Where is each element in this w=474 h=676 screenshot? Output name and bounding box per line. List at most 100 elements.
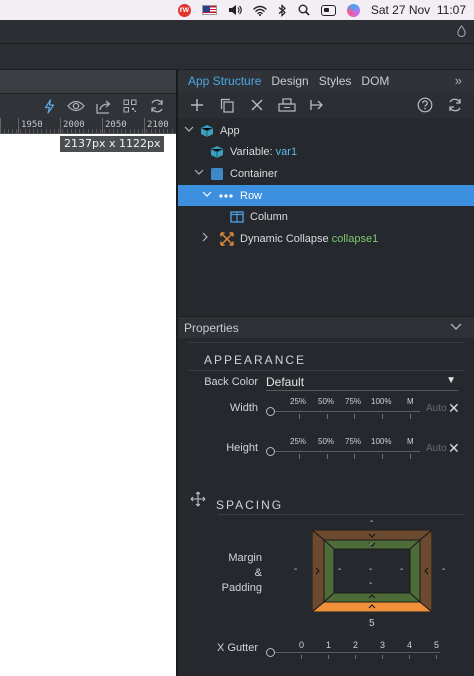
appearance-title: APPEARANCE (204, 353, 307, 367)
tree-item-variable[interactable]: Variable: var1 (178, 142, 474, 164)
ruler-major-tick (60, 118, 61, 133)
divider (188, 342, 464, 343)
droplet-icon[interactable] (457, 25, 466, 40)
inspector-panel: App Structure Design Styles DOM » App Va… (176, 70, 474, 676)
height-label: Height (226, 442, 258, 454)
height-auto-label: Auto (426, 443, 447, 454)
add-icon[interactable] (186, 94, 208, 116)
ruler-minor-tick (129, 129, 131, 133)
tree-item-column[interactable]: Column (178, 206, 474, 228)
margin-left-value[interactable]: - (294, 564, 297, 575)
search-icon[interactable] (298, 4, 310, 16)
ruler-minor-tick (133, 129, 135, 133)
duplicate-icon[interactable] (216, 94, 238, 116)
siri-icon[interactable] (346, 3, 360, 17)
refresh-icon[interactable] (148, 97, 166, 115)
chevron-right-icon[interactable] (202, 232, 209, 245)
ampersand-label: & (254, 567, 262, 579)
tab-dom[interactable]: DOM (361, 74, 389, 88)
column-icon (230, 210, 244, 224)
wrap-icon[interactable] (276, 94, 298, 116)
panel-tabs: App Structure Design Styles DOM » (178, 70, 474, 92)
wifi-icon[interactable] (253, 5, 267, 16)
ruler-minor-tick (54, 129, 55, 133)
width-label: Width (229, 402, 258, 414)
tab-styles[interactable]: Styles (319, 74, 352, 88)
sync-icon[interactable] (444, 94, 466, 116)
container-square-icon (210, 167, 224, 181)
tree-item-dynamic-collapse[interactable]: Dynamic Collapse collapse1 (178, 228, 474, 250)
properties-header[interactable]: Properties (178, 316, 474, 338)
control-center-icon[interactable] (320, 4, 336, 16)
margin-top-value[interactable]: - (370, 516, 373, 527)
divider (188, 370, 464, 371)
ruler-minor-tick (7, 129, 9, 133)
ruler-major-tick (0, 118, 1, 133)
delete-icon[interactable] (246, 94, 268, 116)
width-auto-label: Auto (426, 403, 447, 414)
ruler-minor-tick (49, 129, 51, 133)
tree-item-row[interactable]: Row (178, 184, 474, 207)
dropdown-arrow-icon: ▼ (446, 375, 456, 386)
ruler-minor-tick (171, 129, 173, 133)
ruler-minor-tick (87, 129, 89, 133)
more-tabs-icon[interactable]: » (455, 73, 462, 88)
height-slider[interactable]: 25% 50% 75% 100% M (266, 437, 420, 460)
variable-cube-icon (210, 145, 224, 159)
menu-bar: rw Sat 27 Nov 11:07 (0, 0, 474, 20)
height-slider-knob[interactable] (266, 447, 275, 456)
design-canvas[interactable] (0, 134, 176, 676)
padding-left-value[interactable]: - (338, 564, 341, 575)
properties-body: APPEARANCE Back Color Default ▼ Width 25… (178, 338, 474, 676)
menubar-date[interactable]: Sat 27 Nov 11:07 (371, 3, 466, 17)
canvas-toolbar (0, 94, 176, 118)
chevron-down-icon[interactable] (184, 125, 194, 136)
rw-app-icon[interactable]: rw (177, 3, 191, 17)
lightning-icon[interactable] (40, 97, 58, 115)
chevron-down-icon[interactable] (202, 190, 212, 201)
padding-right-value[interactable]: - (400, 564, 403, 575)
ruler-major-tick (144, 118, 145, 133)
margin-bottom-value[interactable]: 5 (369, 618, 375, 629)
structure-tree: App Variable: var1 Container Row Column … (178, 120, 474, 250)
x-gutter-slider[interactable]: 0 1 2 3 4 5 (266, 638, 450, 662)
ruler-label: 2050 (105, 120, 127, 130)
tab-design[interactable]: Design (271, 74, 308, 88)
width-slider-knob[interactable] (266, 407, 275, 416)
qr-code-icon[interactable] (121, 97, 139, 115)
padding-bottom-value[interactable]: - (369, 578, 372, 589)
ruler-minor-tick (96, 129, 97, 133)
move-arrows-icon (190, 491, 206, 507)
width-slider[interactable]: 25% 50% 75% 100% M (266, 397, 420, 420)
preview-eye-icon[interactable] (67, 97, 85, 115)
ruler-minor-tick (91, 129, 93, 133)
share-icon[interactable] (94, 97, 112, 115)
content-center-value: - (369, 564, 373, 575)
margin-right-value[interactable]: - (442, 564, 445, 575)
back-color-select[interactable]: Default ▼ (266, 375, 458, 391)
x-gutter-knob[interactable] (266, 648, 275, 657)
padding-top-value[interactable]: - (369, 539, 372, 550)
ruler-major-tick (18, 118, 19, 133)
divider (218, 514, 464, 515)
tree-item-app[interactable]: App (178, 120, 474, 142)
chevron-down-icon[interactable] (450, 320, 462, 334)
spacing-title: SPACING (216, 498, 284, 512)
tree-item-container[interactable]: Container (178, 163, 474, 185)
padding-label: Padding (221, 582, 262, 594)
ruler-minor-tick (138, 129, 139, 133)
chevron-down-icon[interactable] (194, 168, 204, 179)
clear-width-icon[interactable]: ✕ (448, 400, 460, 417)
spacing-box-model[interactable]: - - - - - (310, 528, 434, 614)
volume-icon[interactable] (228, 4, 242, 16)
toolbar-strip (0, 44, 474, 70)
clear-height-icon[interactable]: ✕ (448, 440, 460, 457)
us-flag-icon[interactable] (201, 5, 217, 15)
ruler-major-tick (102, 118, 103, 133)
canvas-header (0, 70, 176, 94)
collapse-arrows-icon (220, 232, 234, 246)
help-icon[interactable] (414, 94, 436, 116)
move-to-icon[interactable] (306, 94, 328, 116)
tab-app-structure[interactable]: App Structure (188, 74, 261, 88)
bluetooth-icon[interactable] (278, 3, 287, 17)
